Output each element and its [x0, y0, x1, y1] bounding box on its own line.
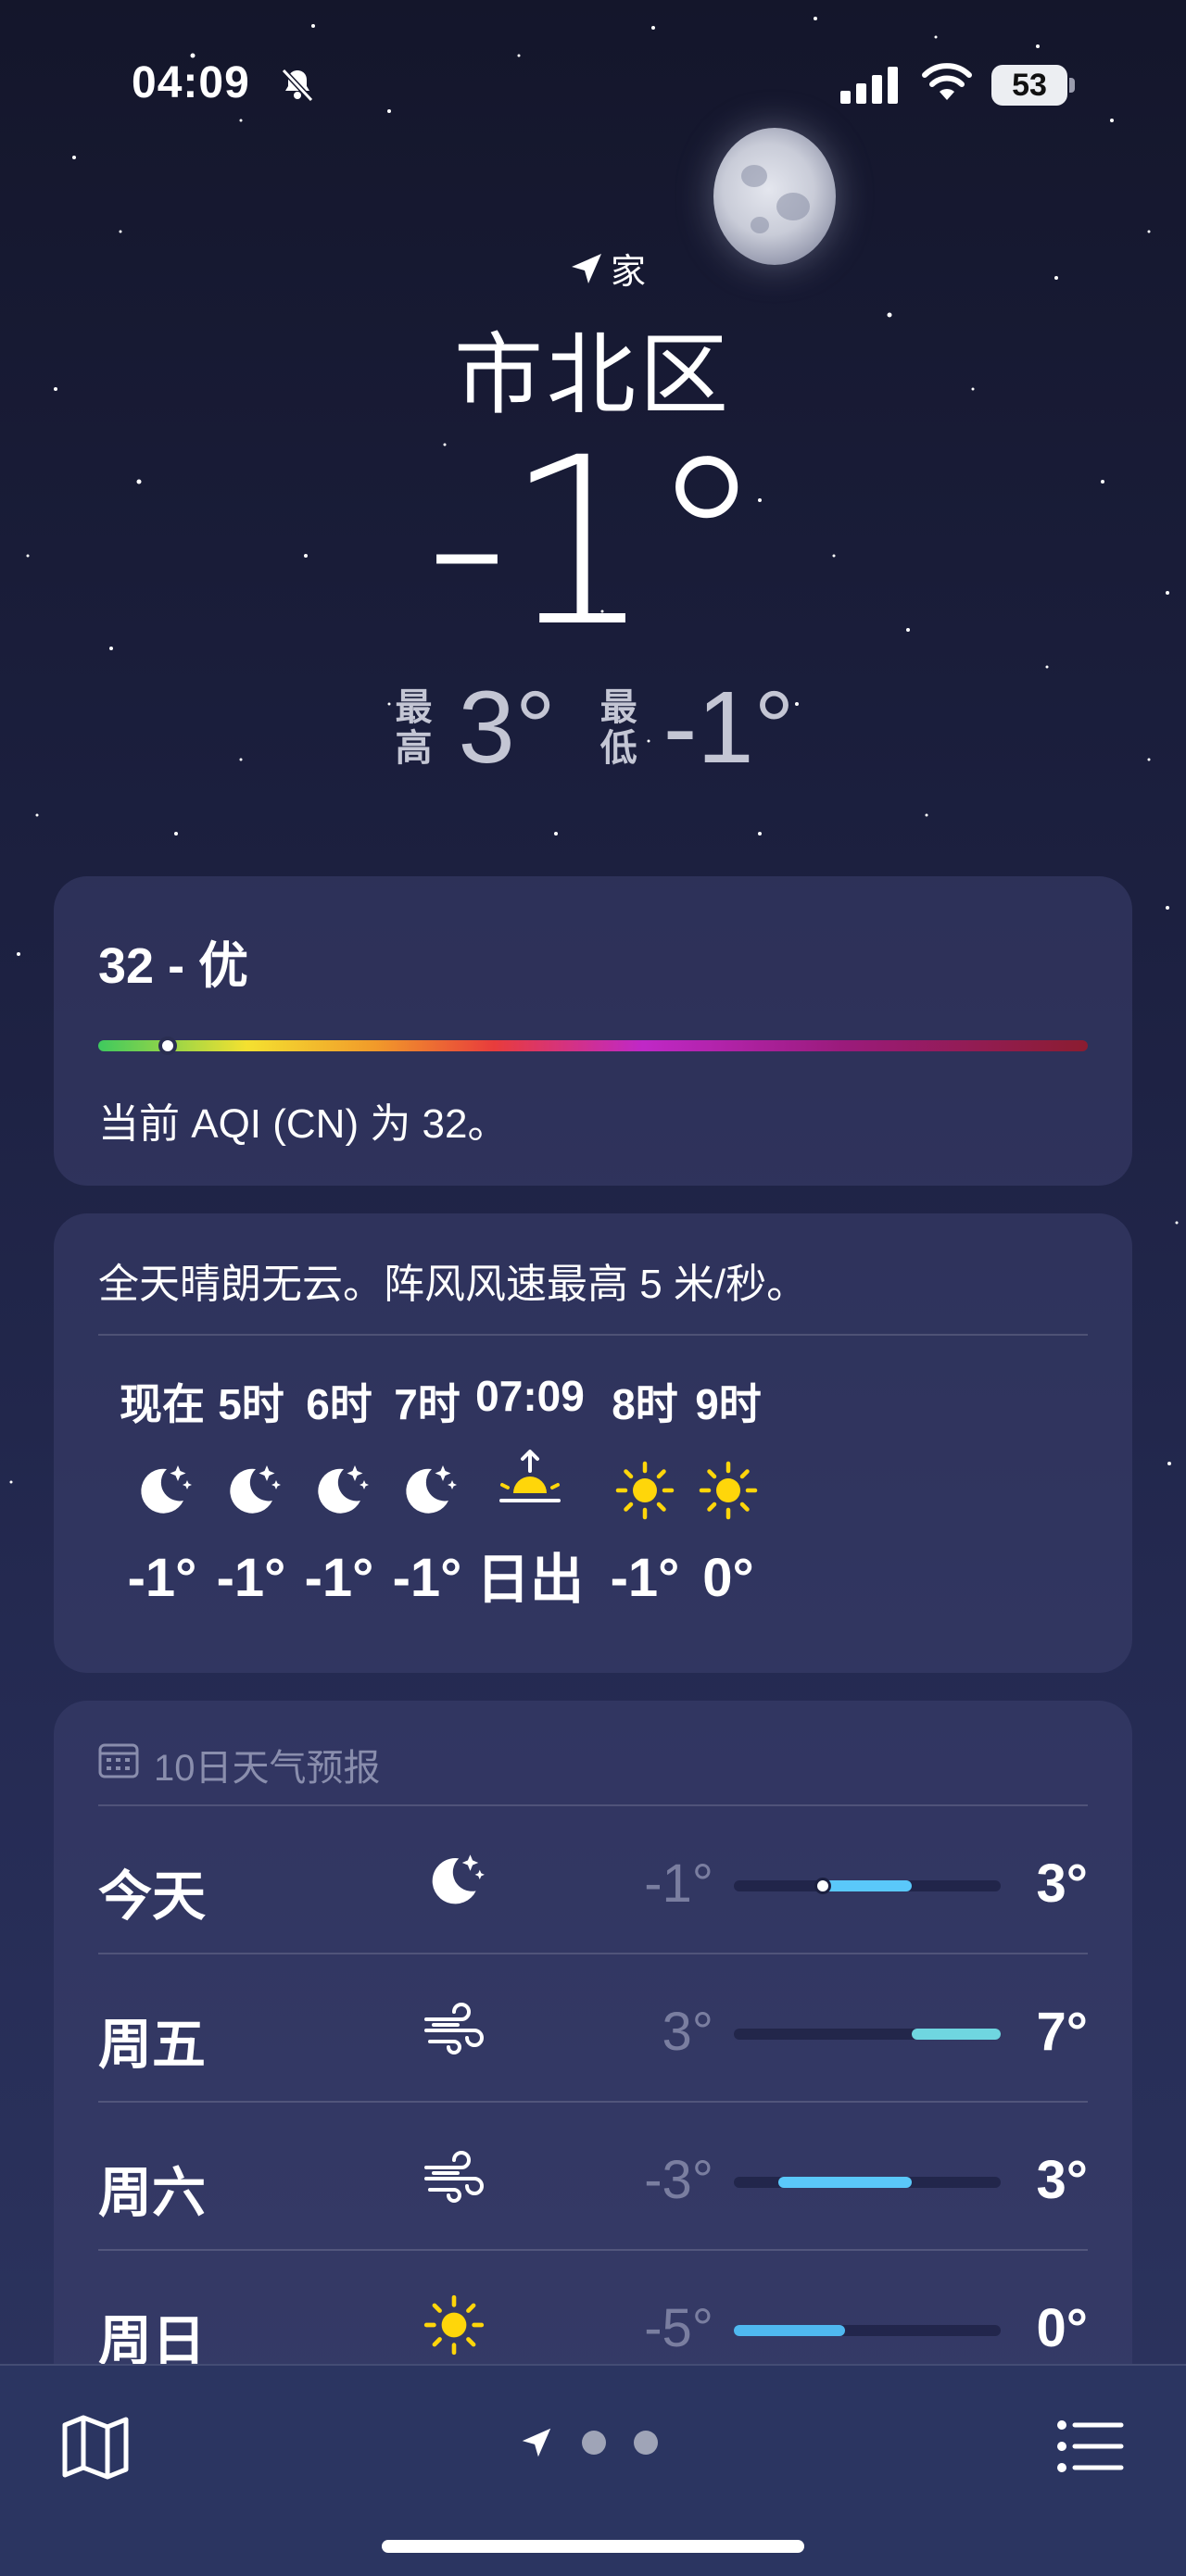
bell-slash-icon — [281, 68, 314, 103]
status-time: 04:09 — [132, 58, 250, 107]
aqi-value: 32 - 优 — [98, 938, 249, 994]
day-name: 周六 — [98, 2163, 207, 2223]
temp-range-track — [734, 2325, 1001, 2336]
sun-icon — [696, 1458, 761, 1523]
signal-icon — [840, 67, 898, 104]
low-label: 最低 — [599, 686, 637, 769]
temp-range-track — [734, 2177, 1001, 2188]
location-arrow-icon — [571, 253, 601, 283]
hour-item: 9时 0° — [663, 1371, 793, 1609]
day-name: 今天 — [98, 1866, 207, 1927]
hour-label: 9时 — [695, 1380, 762, 1428]
high-temperature: 3° — [458, 671, 556, 785]
current-temperature: -1° — [424, 408, 764, 677]
hour-temp: 0° — [702, 1548, 754, 1608]
hourly-forecast-card[interactable]: 全天晴朗无云。阵风风速最高 5 米/秒。 现在 -1° 5时 -1° 6时 -1° 7时 -1… — [54, 1213, 1132, 1673]
home-indicator[interactable] — [382, 2540, 804, 2553]
day-high: 3° — [1036, 1853, 1088, 1914]
sun-icon — [421, 2292, 487, 2358]
location-label: 家 — [610, 253, 646, 292]
location-arrow-icon[interactable] — [519, 2425, 554, 2460]
temp-range-fill — [823, 1880, 912, 1891]
page-dot[interactable] — [634, 2431, 658, 2455]
aqi-indicator — [158, 1037, 177, 1055]
wifi-icon — [922, 63, 972, 100]
map-icon[interactable] — [61, 2412, 130, 2481]
temp-range-track — [734, 2029, 1001, 2040]
day-high: 7° — [1036, 2002, 1088, 2062]
daily-forecast-card[interactable]: 10日天气预报 今天 -1° 3° 周五 3° 7° 周六 -3° 3° 周日 -5° 0° — [54, 1701, 1132, 2442]
current-temp-dot — [814, 1878, 831, 1894]
hourly-list[interactable]: 现在 -1° 5时 -1° 6时 -1° 7时 -1° 07:09 日出 8时 -1° 9时 0° — [54, 1371, 1132, 1649]
high-label: 最高 — [395, 686, 433, 769]
battery-level: 53 — [991, 65, 1067, 106]
status-bar: 04:09 53 — [0, 57, 1186, 113]
aqi-scale-bar — [98, 1037, 1088, 1055]
day-low: -1° — [644, 1853, 713, 1914]
wind-icon — [421, 1995, 487, 2062]
calendar-icon — [98, 1743, 139, 1778]
day-row[interactable]: 今天 -1° 3° — [98, 1806, 1088, 1954]
sunrise-icon — [498, 1447, 562, 1512]
page-dot[interactable] — [582, 2431, 606, 2455]
day-high: 0° — [1036, 2298, 1088, 2358]
current-weather: 家 市北区 -1° 最高 3° 最低 -1° — [0, 243, 1186, 786]
temp-range-fill — [778, 2177, 912, 2188]
high-low: 最高 3° 最低 -1° — [0, 669, 1186, 786]
day-row[interactable]: 周六 -3° 3° — [98, 2103, 1088, 2251]
aqi-card[interactable]: 32 - 优 当前 AQI (CN) 为 32。 — [54, 876, 1132, 1186]
day-row[interactable]: 周五 3° 7° — [98, 1954, 1088, 2103]
location-row: 家 — [28, 243, 1186, 294]
daily-header: 10日天气预报 — [98, 1738, 1088, 1806]
temp-range-track — [734, 1878, 1001, 1894]
daily-list: 今天 -1° 3° 周五 3° 7° 周六 -3° 3° 周日 -5° 0° — [54, 1806, 1132, 2399]
page-indicator[interactable] — [519, 2425, 658, 2460]
list-icon[interactable] — [1056, 2412, 1125, 2481]
moon-stars-icon — [395, 1458, 460, 1523]
day-high: 3° — [1036, 2150, 1088, 2210]
battery-icon: 53 — [991, 65, 1075, 106]
hourly-summary: 全天晴朗无云。阵风风速最高 5 米/秒。 — [98, 1213, 1088, 1336]
day-low: -5° — [644, 2298, 713, 2358]
day-low: -3° — [644, 2150, 713, 2210]
moon-stars-icon — [421, 1847, 487, 1914]
daily-title: 10日天气预报 — [154, 1748, 381, 1789]
day-name: 周五 — [98, 2015, 207, 2075]
temp-range-fill — [734, 2325, 845, 2336]
temp-range-fill — [912, 2029, 1001, 2040]
moon-stars-icon — [130, 1458, 195, 1523]
wind-icon — [421, 2143, 487, 2210]
low-temperature: -1° — [662, 671, 795, 785]
day-low: 3° — [662, 2002, 713, 2062]
aqi-description: 当前 AQI (CN) 为 32。 — [98, 1101, 509, 1147]
